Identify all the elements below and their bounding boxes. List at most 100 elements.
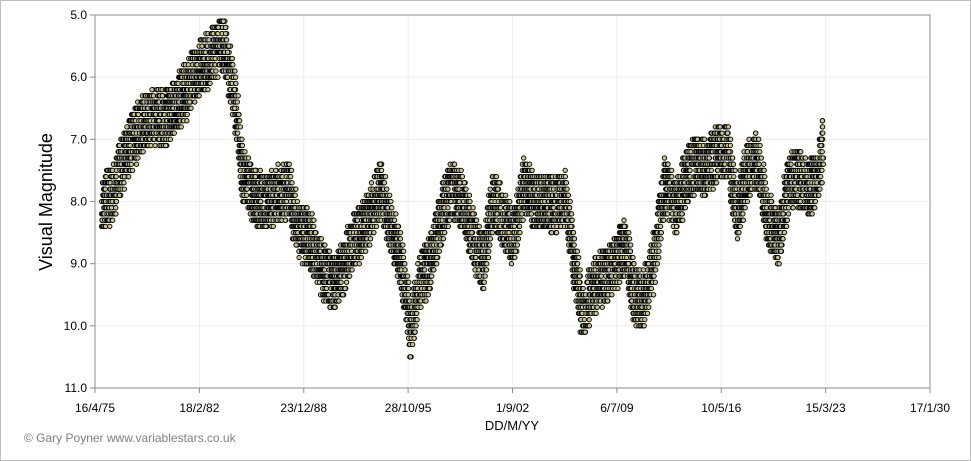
observation-point	[497, 205, 504, 211]
observation-point	[336, 298, 342, 304]
observation-point	[470, 211, 476, 217]
observation-point	[236, 118, 243, 124]
observation-point	[232, 105, 238, 111]
observation-point	[312, 229, 319, 236]
observation-point	[289, 180, 295, 186]
observation-point	[486, 248, 492, 254]
observation-point	[311, 223, 317, 230]
observation-point	[356, 261, 362, 267]
observation-point	[451, 161, 458, 167]
observation-point	[495, 186, 501, 192]
observation-point	[293, 186, 299, 192]
observation-point	[156, 118, 162, 124]
observation-point	[332, 304, 338, 310]
observation-point	[373, 223, 380, 230]
observation-point	[304, 205, 310, 211]
observation-point	[476, 223, 482, 230]
observation-point	[586, 323, 593, 329]
observation-point	[428, 279, 434, 285]
observation-point	[205, 86, 211, 93]
observation-point	[135, 111, 141, 118]
observation-point	[520, 217, 526, 223]
observation-point	[473, 217, 480, 223]
observation-point	[149, 86, 155, 93]
observation-point	[414, 316, 420, 323]
observation-point	[566, 205, 573, 211]
observation-point	[363, 248, 369, 254]
observation-point	[482, 273, 488, 279]
observation-point	[222, 30, 229, 37]
y-tick-label: 11.0	[65, 381, 88, 395]
observation-point	[458, 167, 464, 174]
observation-point	[187, 99, 193, 105]
observation-point	[422, 267, 428, 273]
observation-point	[140, 149, 146, 155]
light-curve-chart: 16/4/75 18/2/82 23/12/88 28/10/95 1/9/02 6/7/…	[36, 8, 950, 433]
observation-point	[212, 55, 218, 62]
observation-point	[245, 155, 252, 161]
observation-point	[470, 205, 476, 211]
observation-point	[126, 173, 132, 180]
observation-point	[407, 354, 414, 360]
observation-point	[113, 198, 120, 205]
observation-point	[263, 223, 269, 230]
observation-point	[569, 211, 575, 217]
observation-point	[270, 223, 276, 230]
observation-point	[469, 229, 475, 236]
observation-point	[517, 229, 523, 236]
observation-point	[348, 248, 355, 254]
y-tick-label: 8.0	[70, 195, 87, 209]
observation-point	[220, 18, 227, 24]
observation-point	[229, 55, 235, 62]
observation-point	[236, 111, 242, 118]
observation-point	[577, 267, 583, 273]
observation-point	[425, 292, 431, 298]
observation-point	[487, 236, 494, 242]
data-points	[98, 18, 827, 360]
observation-point	[562, 173, 569, 180]
observation-point	[233, 74, 239, 80]
observation-point	[102, 186, 108, 192]
observation-point	[368, 180, 375, 186]
observation-point	[576, 279, 583, 285]
observation-point	[562, 167, 568, 174]
observation-point	[580, 285, 586, 292]
observation-point	[487, 186, 493, 192]
observation-point	[426, 285, 433, 292]
observation-point	[493, 173, 500, 180]
observation-point	[445, 186, 451, 192]
observation-point	[405, 285, 412, 292]
observation-point	[275, 161, 281, 167]
observation-point	[235, 130, 241, 136]
observation-point	[124, 124, 130, 130]
x-tick-label: 18/2/82	[179, 401, 219, 415]
observation-point	[401, 248, 407, 254]
observation-point	[457, 180, 463, 186]
observation-point	[485, 254, 492, 261]
observation-point	[367, 242, 373, 248]
observation-point	[252, 173, 259, 180]
observation-point	[484, 261, 490, 267]
observation-point	[400, 254, 407, 261]
observation-point	[311, 217, 317, 223]
observation-point	[318, 236, 325, 242]
observation-point	[292, 192, 298, 198]
observation-point	[511, 223, 517, 230]
observation-point	[381, 180, 388, 186]
observation-point	[323, 285, 330, 292]
y-tick-label: 7.0	[70, 132, 87, 146]
observation-point	[387, 192, 393, 198]
observation-point	[508, 261, 515, 267]
observation-point	[113, 211, 119, 217]
observation-point	[461, 180, 467, 186]
observation-point	[514, 242, 521, 248]
observation-point	[434, 254, 440, 261]
observation-point	[224, 37, 230, 43]
observation-point	[405, 292, 411, 298]
observation-point	[135, 155, 141, 161]
observation-point	[582, 329, 588, 335]
observation-point	[388, 198, 394, 205]
observation-point	[378, 167, 385, 174]
observation-point	[496, 180, 502, 186]
observation-point	[586, 316, 592, 323]
